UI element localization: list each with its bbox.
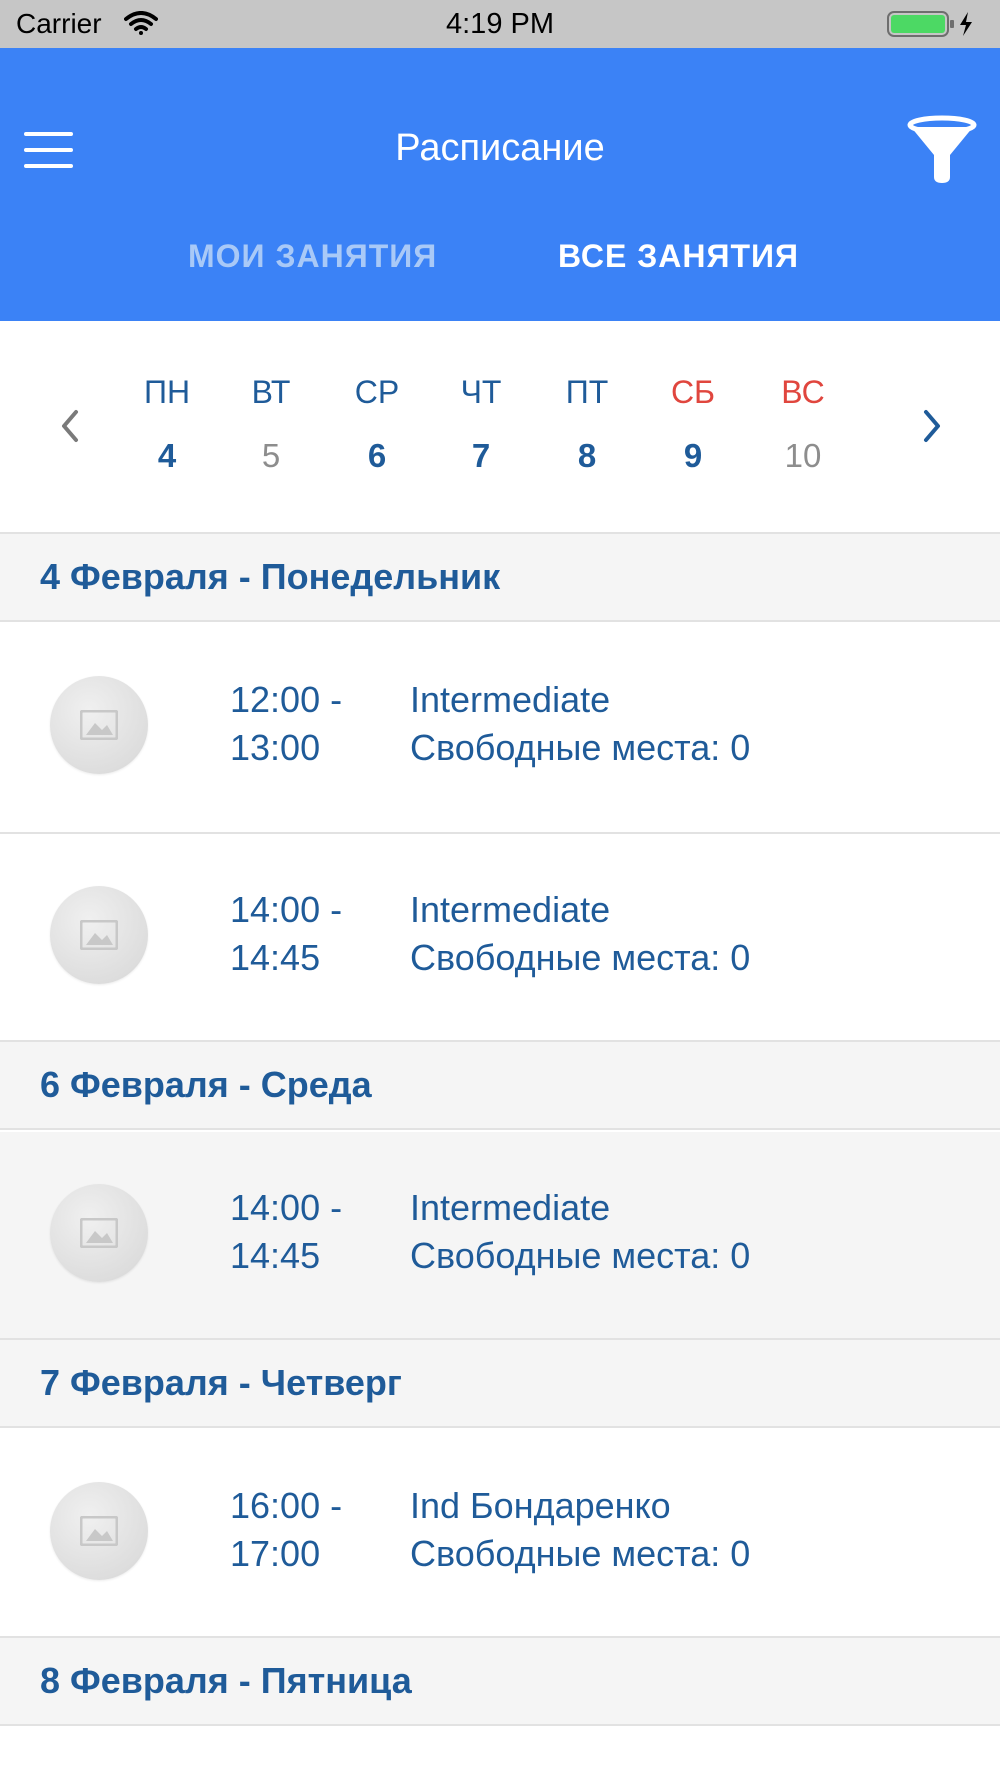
- section-header: 4 Февраля - Понедельник: [0, 532, 1000, 622]
- section-header: 6 Февраля - Среда: [0, 1040, 1000, 1130]
- list-item[interactable]: 16:00 - 17:00 Ind Бондаренко Свободные м…: [0, 1430, 1000, 1640]
- week-selector: ПН 4 ВТ 5 СР 6 ЧТ 7 ПТ 8 СБ 9 ВС 10: [0, 321, 1000, 535]
- section-title: 7 Февраля - Четверг: [40, 1362, 402, 1403]
- day-name: ЧТ: [460, 374, 502, 410]
- chevron-right-icon[interactable]: [916, 406, 946, 446]
- section-header: 7 Февраля - Четверг: [0, 1338, 1000, 1428]
- class-title: Intermediate: [410, 1187, 611, 1228]
- battery-icon: [886, 10, 980, 43]
- day-name: СР: [354, 374, 400, 410]
- time-start: 12:00 -: [230, 679, 343, 720]
- image-placeholder-icon: [50, 886, 148, 984]
- day-date: 8: [577, 437, 597, 474]
- list-item[interactable]: 14:00 - 14:45 Intermediate Свободные мес…: [0, 834, 1000, 1044]
- section-header: 8 Февраля - Пятница: [0, 1636, 1000, 1726]
- app-header: Расписание МОИ ЗАНЯТИЯ ВСЕ ЗАНЯТИЯ: [0, 48, 1000, 321]
- tab-all-classes[interactable]: ВСЕ ЗАНЯТИЯ: [558, 238, 799, 275]
- image-placeholder-icon: [50, 1482, 148, 1580]
- time-range: 14:00 - 14:45: [230, 1184, 342, 1280]
- day-sun[interactable]: ВС 10: [758, 374, 848, 475]
- free-seats: Свободные места: 0: [410, 1533, 751, 1574]
- day-date: 9: [683, 437, 703, 474]
- time-start: 16:00 -: [230, 1485, 343, 1526]
- day-thu[interactable]: ЧТ 7: [436, 374, 526, 475]
- class-info: Intermediate Свободные места: 0: [410, 676, 750, 772]
- day-sat[interactable]: СБ 9: [648, 374, 738, 475]
- section-title: 4 Февраля - Понедельник: [40, 556, 501, 597]
- free-seats: Свободные места: 0: [410, 727, 751, 768]
- section-title: 6 Февраля - Среда: [40, 1064, 372, 1105]
- day-name: ПН: [143, 374, 191, 410]
- chevron-left-icon[interactable]: [56, 406, 86, 446]
- time-end: 17:00: [230, 1533, 321, 1574]
- day-name: ВС: [781, 374, 825, 410]
- class-info: Ind Бондаренко Свободные места: 0: [410, 1482, 750, 1578]
- free-seats: Свободные места: 0: [410, 1235, 751, 1276]
- day-tue[interactable]: ВТ 5: [226, 374, 316, 475]
- time-start: 14:00 -: [230, 889, 343, 930]
- time-range: 16:00 - 17:00: [230, 1482, 342, 1578]
- day-name: ВТ: [251, 374, 291, 410]
- day-fri[interactable]: ПТ 8: [542, 374, 632, 475]
- image-placeholder-icon: [50, 676, 148, 774]
- class-title: Intermediate: [410, 889, 611, 930]
- class-title: Ind Бондаренко: [410, 1485, 671, 1526]
- class-info: Intermediate Свободные места: 0: [410, 1184, 750, 1280]
- day-date: 7: [471, 437, 491, 474]
- time-end: 14:45: [230, 937, 321, 978]
- page-title: Расписание: [395, 127, 605, 169]
- day-mon[interactable]: ПН 4: [122, 374, 212, 475]
- class-title: Intermediate: [410, 679, 611, 720]
- image-placeholder-icon: [50, 1184, 148, 1282]
- time-end: 13:00: [230, 727, 321, 768]
- free-seats: Свободные места: 0: [410, 937, 751, 978]
- day-wed[interactable]: СР 6: [332, 374, 422, 475]
- list-item[interactable]: 14:00 - 14:45 Intermediate Свободные мес…: [0, 1132, 1000, 1342]
- day-date: 10: [784, 437, 822, 474]
- time-range: 12:00 - 13:00: [230, 676, 342, 772]
- status-bar: Carrier 4:19 PM: [0, 0, 1000, 48]
- day-date: 5: [261, 437, 281, 474]
- day-date: 6: [367, 437, 387, 474]
- section-title: 8 Февраля - Пятница: [40, 1660, 412, 1701]
- tab-bar: МОИ ЗАНЯТИЯ ВСЕ ЗАНЯТИЯ: [0, 238, 1000, 298]
- day-date: 4: [157, 437, 177, 474]
- tab-my-classes[interactable]: МОИ ЗАНЯТИЯ: [188, 238, 437, 275]
- list-item[interactable]: 12:00 - 13:00 Intermediate Свободные мес…: [0, 624, 1000, 834]
- time-range: 14:00 - 14:45: [230, 886, 342, 982]
- filter-icon[interactable]: [906, 115, 978, 187]
- status-time: 4:19 PM: [446, 8, 554, 40]
- day-name: ПТ: [565, 374, 609, 410]
- class-info: Intermediate Свободные места: 0: [410, 886, 750, 982]
- time-end: 14:45: [230, 1235, 321, 1276]
- time-start: 14:00 -: [230, 1187, 343, 1228]
- day-name: СБ: [670, 374, 716, 410]
